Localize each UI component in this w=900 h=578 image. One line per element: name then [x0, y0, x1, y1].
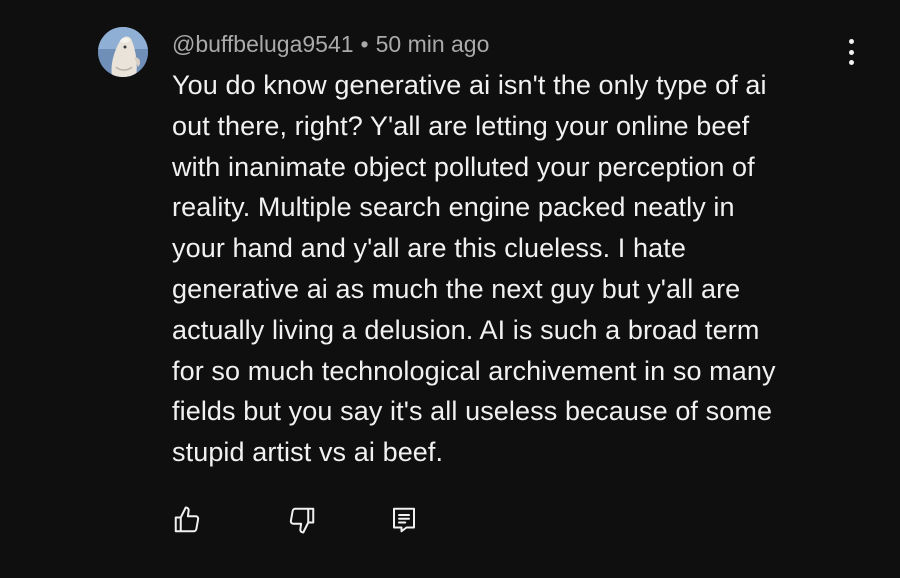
reply-button[interactable] — [384, 500, 424, 540]
comment-thread: @buffbeluga9541 • 50 min ago You do know g… — [0, 0, 900, 578]
dislike-button[interactable] — [282, 500, 322, 540]
meta-separator: • — [360, 31, 369, 57]
like-button[interactable] — [167, 500, 207, 540]
reply-icon — [393, 507, 415, 533]
thumbs-down-icon — [289, 507, 315, 534]
avatar[interactable] — [98, 27, 148, 77]
comment-text: You do know generative ai isn't the only… — [172, 70, 776, 468]
more-vertical-icon-dot — [848, 39, 854, 44]
comment-timestamp[interactable]: 50 min ago — [376, 31, 490, 57]
beluga-avatar-image — [98, 27, 148, 77]
thumbs-up-icon — [174, 506, 200, 533]
more-vertical-icon-dot — [848, 49, 854, 55]
comment-header: @buffbeluga9541 • 50 min ago — [172, 29, 489, 59]
more-options-button[interactable] — [836, 36, 866, 68]
author-name[interactable]: @buffbeluga9541 — [172, 31, 354, 57]
